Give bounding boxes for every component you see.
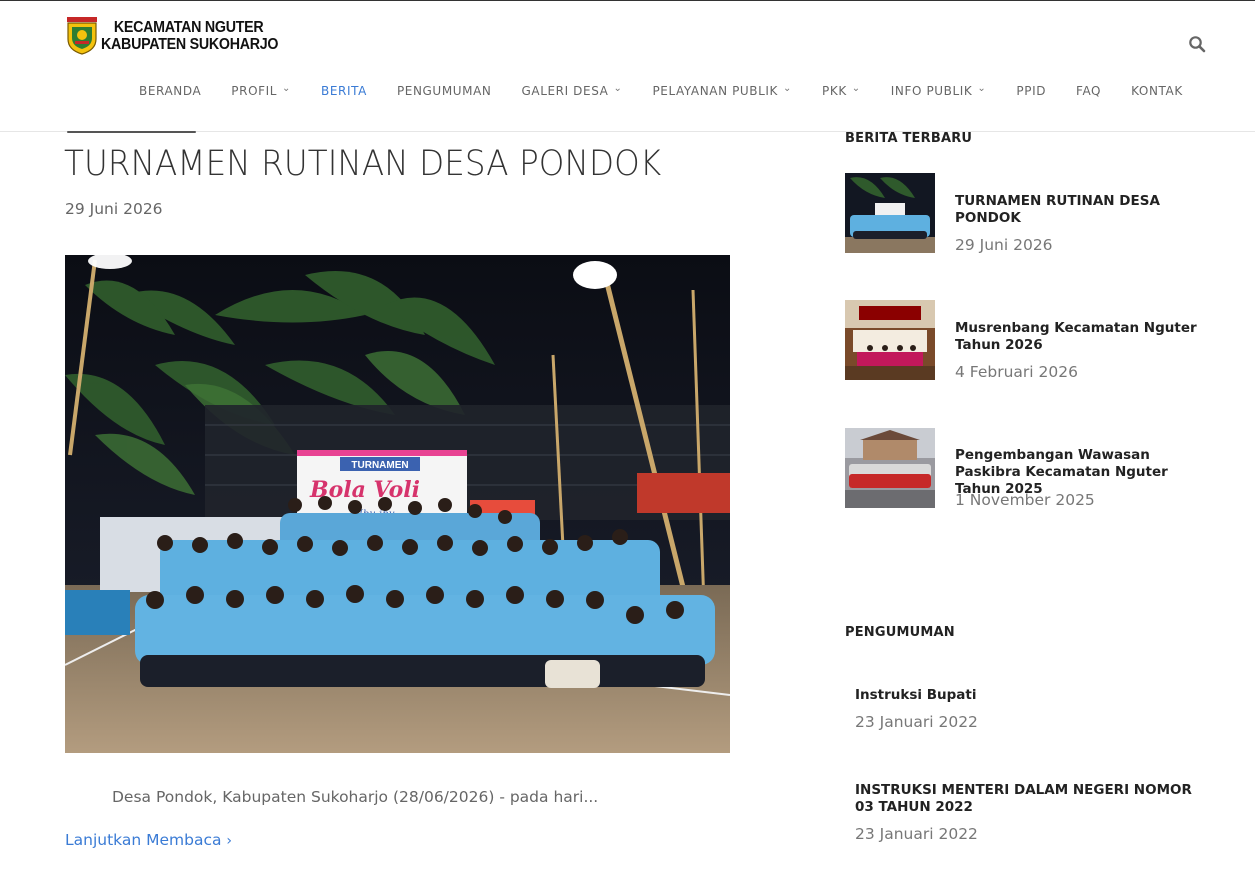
nav-item-label: BERANDA xyxy=(139,84,202,98)
latest-news-item[interactable]: Musrenbang Kecamatan Nguter Tahun 2026 4… xyxy=(845,300,1225,382)
nav-item-berita[interactable]: BERITA xyxy=(306,81,382,101)
post-excerpt: Desa Pondok, Kabupaten Sukoharjo (28/06/… xyxy=(112,788,599,806)
chevron-down-icon: ⌄ xyxy=(977,82,987,94)
news-thumbnail[interactable] xyxy=(845,300,935,380)
read-more-link[interactable]: Lanjutkan Membaca › xyxy=(65,831,232,849)
news-date: 4 Februari 2026 xyxy=(955,363,1078,381)
post-category-stub xyxy=(67,131,196,133)
news-title[interactable]: Musrenbang Kecamatan Nguter Tahun 2026 xyxy=(955,320,1210,354)
nav-item-label: PELAYANAN PUBLIK xyxy=(652,84,779,98)
nav-item-label: GALERI DESA xyxy=(521,84,609,98)
announcement-title[interactable]: INSTRUKSI MENTERI DALAM NEGERI NOMOR 03 … xyxy=(855,782,1215,816)
nav-item-label: KONTAK xyxy=(1131,84,1183,98)
nav-item-label: PKK xyxy=(822,84,847,98)
read-more-label: Lanjutkan Membaca xyxy=(65,831,222,849)
chevron-down-icon: ⌄ xyxy=(282,82,292,94)
nav-item-ppid[interactable]: PPID xyxy=(1001,81,1061,101)
nav-item-label: PROFIL xyxy=(231,84,278,98)
main-navigation: BERANDA PROFIL ⌄ BERITA PENGUMUMAN GALERI DES… xyxy=(124,81,1198,101)
post-title[interactable]: TURNAMEN RUTINAN DESA PONDOK xyxy=(64,144,661,184)
thumbnail-paskibra-image xyxy=(845,428,935,508)
chevron-down-icon: ⌄ xyxy=(783,82,793,94)
post-featured-image[interactable]: TURNAMEN Bola Voli Ibu-ibu xyxy=(65,255,730,753)
nav-item-faq[interactable]: FAQ xyxy=(1061,81,1116,101)
search-icon[interactable] xyxy=(1188,35,1206,53)
announcement-item[interactable]: Instruksi Bupati 23 Januari 2022 xyxy=(855,687,1215,731)
banner-title: TURNAMEN xyxy=(351,460,408,471)
thumbnail-volleyball-image xyxy=(845,173,935,253)
nav-item-pkk[interactable]: PKK ⌄ xyxy=(807,81,876,101)
thumbnail-musrenbang-image xyxy=(845,300,935,380)
chevron-down-icon: ⌄ xyxy=(851,82,861,94)
latest-news-item[interactable]: TURNAMEN RUTINAN DESA PONDOK 29 Juni 202… xyxy=(845,173,1225,255)
nav-item-galeri-desa[interactable]: GALERI DESA ⌄ xyxy=(507,81,638,101)
chevron-down-icon: ⌄ xyxy=(613,82,623,94)
latest-news-heading: BERITA TERBARU xyxy=(845,131,973,146)
site-name-line2: KABUPATEN SUKOHARJO xyxy=(101,36,279,53)
site-name-line1: KECAMATAN NGUTER xyxy=(113,19,264,36)
news-date: 29 Juni 2026 xyxy=(955,236,1053,254)
chevron-right-icon: › xyxy=(226,833,233,849)
latest-news-item[interactable]: Pengembangan Wawasan Paskibra Kecamatan … xyxy=(845,428,1225,510)
announcement-title[interactable]: Instruksi Bupati xyxy=(855,687,1215,704)
news-thumbnail[interactable] xyxy=(845,173,935,253)
announcement-item[interactable]: INSTRUKSI MENTERI DALAM NEGERI NOMOR 03 … xyxy=(855,782,1215,843)
announcement-date: 23 Januari 2022 xyxy=(855,825,978,843)
volleyball-group-photo: TURNAMEN Bola Voli Ibu-ibu xyxy=(65,255,730,753)
emblem-icon xyxy=(67,17,97,55)
news-title[interactable]: TURNAMEN RUTINAN DESA PONDOK xyxy=(955,193,1210,227)
nav-item-label: BERITA xyxy=(321,84,367,98)
news-date: 1 November 2025 xyxy=(955,491,1095,509)
nav-item-info-publik[interactable]: INFO PUBLIK ⌄ xyxy=(876,81,1002,101)
site-header: KECAMATAN NGUTER KABUPATEN SUKOHARJO BER… xyxy=(0,1,1255,132)
nav-item-pengumuman[interactable]: PENGUMUMAN xyxy=(382,81,507,101)
nav-item-kontak[interactable]: KONTAK xyxy=(1116,81,1198,101)
announcement-date: 23 Januari 2022 xyxy=(855,713,978,731)
nav-item-pelayanan-publik[interactable]: PELAYANAN PUBLIK ⌄ xyxy=(637,81,807,101)
nav-item-label: INFO PUBLIK xyxy=(890,84,973,98)
nav-item-label: PENGUMUMAN xyxy=(396,84,492,98)
nav-item-label: FAQ xyxy=(1076,84,1102,98)
nav-item-profil[interactable]: PROFIL ⌄ xyxy=(216,81,306,101)
nav-item-beranda[interactable]: BERANDA xyxy=(124,81,216,101)
site-logo[interactable]: KECAMATAN NGUTER KABUPATEN SUKOHARJO xyxy=(66,17,294,55)
announcements-heading: PENGUMUMAN xyxy=(845,625,955,640)
post-date: 29 Juni 2026 xyxy=(65,200,163,218)
nav-item-label: PPID xyxy=(1016,84,1047,98)
news-thumbnail[interactable] xyxy=(845,428,935,508)
